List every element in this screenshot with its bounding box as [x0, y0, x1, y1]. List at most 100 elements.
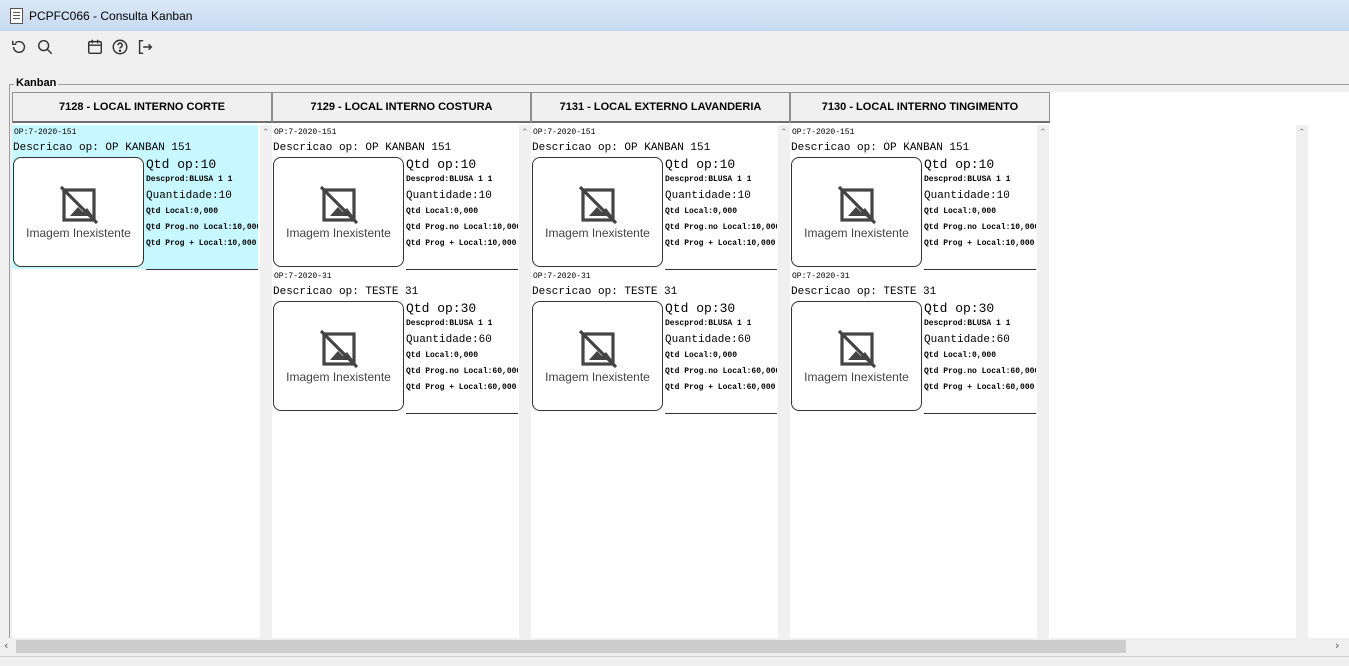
qtd-prog-local: Qtd Prog + Local:10,000	[924, 239, 1035, 248]
column-header-costura[interactable]: 7129 - LOCAL INTERNO COSTURA	[272, 92, 531, 123]
column-header-lavanderia[interactable]: 7131 - LOCAL EXTERNO LAVANDERIA	[531, 92, 790, 123]
card-info: Qtd op:30 Descprod:BLUSA 1 1 Quantidade:60…	[665, 301, 777, 414]
descprod: Descprod:BLUSA 1 1	[146, 175, 233, 184]
qtd-prog-no-local: Qtd Prog.no Local:60,000	[665, 367, 777, 376]
card-info: Qtd op:30 Descprod:BLUSA 1 1 Quantidade:60…	[406, 301, 518, 414]
help-icon	[112, 39, 128, 55]
exit-icon	[138, 39, 153, 55]
qtd-prog-no-local: Qtd Prog.no Local:10,000	[146, 223, 258, 232]
op-description: Descricao op: OP KANBAN 151	[532, 142, 711, 154]
qtd-op: Qtd op:10	[665, 157, 736, 172]
kanban-card[interactable]: OP:7-2020-151 Descricao op: OP KANBAN 151…	[790, 125, 1036, 270]
column-header-corte[interactable]: 7128 - LOCAL INTERNO CORTE	[12, 92, 272, 123]
qtd-prog-no-local: Qtd Prog.no Local:60,000	[924, 367, 1036, 376]
descprod: Descprod:BLUSA 1 1	[406, 175, 493, 184]
kanban-card[interactable]: OP:7-2020-31 Descricao op: TESTE 31 Imagem…	[272, 269, 518, 414]
exit-button[interactable]	[135, 37, 155, 57]
op-code: OP:7-2020-151	[14, 128, 77, 137]
product-image-placeholder: Imagem Inexistente	[532, 301, 663, 411]
product-image-placeholder: Imagem Inexistente	[13, 157, 144, 267]
column-tingimento-scrollbar[interactable]: ⌃	[1037, 125, 1049, 638]
quantidade: Quantidade:10	[665, 190, 751, 202]
scroll-up-arrow-icon[interactable]: ⌃	[1039, 128, 1047, 138]
column-costura: OP:7-2020-151 Descricao op: OP KANBAN 151…	[272, 125, 519, 638]
qtd-local: Qtd Local:0,000	[146, 207, 219, 216]
quantidade: Quantidade:60	[406, 334, 492, 346]
qtd-prog-no-local: Qtd Prog.no Local:10,000	[406, 223, 518, 232]
qtd-op: Qtd op:30	[665, 301, 736, 316]
no-image-text: Imagem Inexistente	[804, 370, 909, 384]
no-image-text: Imagem Inexistente	[545, 370, 650, 384]
op-description: Descricao op: OP KANBAN 151	[273, 142, 452, 154]
no-image-icon	[319, 185, 359, 225]
qtd-prog-no-local: Qtd Prog.no Local:10,000	[665, 223, 777, 232]
search-icon	[37, 39, 53, 55]
board-scrollbar[interactable]: ⌃	[1296, 125, 1308, 638]
calendar-button[interactable]	[85, 37, 105, 57]
op-code: OP:7-2020-31	[274, 272, 332, 281]
scrollbar-thumb[interactable]	[16, 640, 1126, 653]
column-lavanderia-scrollbar[interactable]: ⌃	[778, 125, 790, 638]
op-description: Descricao op: TESTE 31	[791, 286, 937, 298]
search-button[interactable]	[35, 37, 55, 57]
qtd-op: Qtd op:10	[146, 157, 217, 172]
op-description: Descricao op: OP KANBAN 151	[791, 142, 970, 154]
qtd-prog-local: Qtd Prog + Local:10,000	[665, 239, 776, 248]
descprod: Descprod:BLUSA 1 1	[665, 175, 752, 184]
qtd-local: Qtd Local:0,000	[406, 207, 479, 216]
qtd-op: Qtd op:10	[924, 157, 995, 172]
scroll-right-arrow-icon[interactable]: ›	[1335, 639, 1339, 652]
no-image-text: Imagem Inexistente	[286, 226, 391, 240]
card-info: Qtd op:30 Descprod:BLUSA 1 1 Quantidade:60…	[924, 301, 1036, 414]
kanban-card[interactable]: OP:7-2020-151 Descricao op: OP KANBAN 151…	[531, 125, 777, 270]
refresh-icon	[11, 40, 26, 54]
column-header-tingimento[interactable]: 7130 - LOCAL INTERNO TINGIMENTO	[790, 92, 1050, 123]
card-info: Qtd op:10 Descprod:BLUSA 1 1 Quantidade:10…	[924, 157, 1036, 270]
scroll-up-arrow-icon[interactable]: ⌃	[521, 128, 529, 138]
kanban-card[interactable]: OP:7-2020-151 Descricao op: OP KANBAN 151…	[272, 125, 518, 270]
qtd-prog-local: Qtd Prog + Local:60,000	[924, 383, 1035, 392]
column-costura-scrollbar[interactable]: ⌃	[519, 125, 531, 638]
descprod: Descprod:BLUSA 1 1	[924, 175, 1011, 184]
no-image-text: Imagem Inexistente	[804, 226, 909, 240]
quantidade: Quantidade:10	[406, 190, 492, 202]
scroll-up-arrow-icon[interactable]: ⌃	[780, 128, 788, 138]
qtd-op: Qtd op:10	[406, 157, 477, 172]
kanban-board: 7128 - LOCAL INTERNO CORTE 7129 - LOCAL …	[12, 92, 1349, 638]
column-corte-scrollbar[interactable]: ⌃	[260, 125, 272, 638]
horizontal-scrollbar[interactable]: ‹ ›	[0, 638, 1349, 655]
card-info: Qtd op:10 Descprod:BLUSA 1 1 Quantidade:10…	[665, 157, 777, 270]
product-image-placeholder: Imagem Inexistente	[273, 157, 404, 267]
product-image-placeholder: Imagem Inexistente	[791, 301, 922, 411]
kanban-card[interactable]: OP:7-2020-151 Descricao op: OP KANBAN 151…	[12, 125, 258, 270]
qtd-prog-local: Qtd Prog + Local:60,000	[406, 383, 517, 392]
no-image-icon	[578, 185, 618, 225]
scroll-up-arrow-icon[interactable]: ⌃	[1298, 128, 1306, 138]
qtd-prog-local: Qtd Prog + Local:10,000	[146, 239, 257, 248]
qtd-op: Qtd op:30	[406, 301, 477, 316]
quantidade: Quantidade:60	[924, 334, 1010, 346]
op-code: OP:7-2020-151	[533, 128, 596, 137]
no-image-icon	[578, 329, 618, 369]
qtd-local: Qtd Local:0,000	[406, 351, 479, 360]
document-icon	[10, 8, 23, 24]
scroll-up-arrow-icon[interactable]: ⌃	[262, 128, 270, 138]
column-corte: OP:7-2020-151 Descricao op: OP KANBAN 151…	[12, 125, 260, 638]
toolbar	[0, 31, 1349, 63]
op-code: OP:7-2020-151	[792, 128, 855, 137]
help-button[interactable]	[110, 37, 130, 57]
op-description: Descricao op: TESTE 31	[532, 286, 678, 298]
kanban-card[interactable]: OP:7-2020-31 Descricao op: TESTE 31 Imagem…	[531, 269, 777, 414]
window-title: PCPFC066 - Consulta Kanban	[29, 9, 193, 23]
quantidade: Quantidade:60	[665, 334, 751, 346]
calendar-icon	[87, 39, 103, 55]
no-image-icon	[59, 185, 99, 225]
column-tingimento: OP:7-2020-151 Descricao op: OP KANBAN 151…	[790, 125, 1037, 638]
quantidade: Quantidade:10	[924, 190, 1010, 202]
refresh-button[interactable]	[9, 37, 29, 57]
no-image-icon	[319, 329, 359, 369]
scroll-left-arrow-icon[interactable]: ‹	[4, 639, 8, 652]
product-image-placeholder: Imagem Inexistente	[791, 157, 922, 267]
op-description: Descricao op: OP KANBAN 151	[13, 142, 192, 154]
kanban-card[interactable]: OP:7-2020-31 Descricao op: TESTE 31 Imagem…	[790, 269, 1036, 414]
